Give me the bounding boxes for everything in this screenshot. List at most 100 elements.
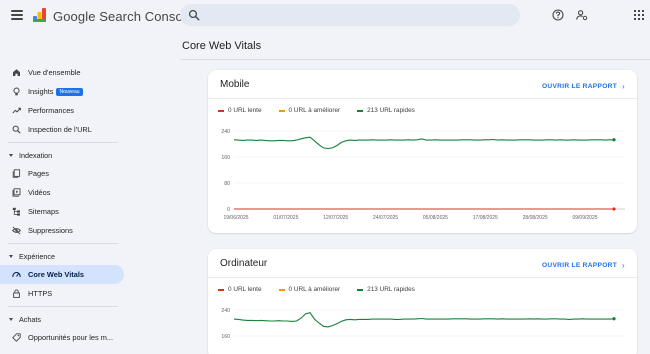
sidebar-item-removals[interactable]: Suppressions xyxy=(0,221,124,240)
sidebar-item-shopping-opportunities[interactable]: Opportunités pour les m... xyxy=(0,328,124,347)
legend-item-slow[interactable]: 0 URL lente xyxy=(218,286,262,293)
video-icon xyxy=(12,188,21,197)
sidebar-item-label: Inspection de l'URL xyxy=(28,125,92,134)
y-tick-label: 80 xyxy=(224,181,230,187)
legend-swatch xyxy=(357,109,364,112)
user-settings-icon[interactable] xyxy=(576,9,588,21)
tag-icon xyxy=(12,333,21,342)
pages-icon xyxy=(12,169,21,178)
desktop-report-card: Ordinateur OUVRIR LE RAPPORT › 0 URL len… xyxy=(208,249,637,354)
series-end-point[interactable] xyxy=(612,317,616,321)
app-name: Google Search Console xyxy=(53,9,194,24)
help-icon[interactable] xyxy=(552,9,564,21)
card-title: Ordinateur xyxy=(220,258,268,269)
sidebar-divider xyxy=(8,306,118,307)
legend-item-fast[interactable]: 213 URL rapides xyxy=(357,107,415,114)
sidebar-divider xyxy=(8,142,118,143)
search-icon xyxy=(188,9,200,21)
series-line xyxy=(233,311,615,328)
visibility-off-icon xyxy=(12,226,21,235)
chart-legend: 0 URL lente 0 URL à améliorer 213 URL ra… xyxy=(218,286,432,293)
sidebar-item-performance[interactable]: Performances xyxy=(0,101,124,120)
search-input[interactable] xyxy=(180,4,520,26)
section-shopping[interactable]: Achats xyxy=(0,312,124,326)
card-divider xyxy=(208,277,637,278)
y-tick-label: 0 xyxy=(227,207,230,213)
legend-item-slow[interactable]: 0 URL lente xyxy=(218,107,262,114)
chevron-down-icon xyxy=(9,317,13,321)
section-experience[interactable]: Expérience xyxy=(0,249,124,263)
legend-label: 0 URL lente xyxy=(228,107,262,114)
section-label: Achats xyxy=(19,314,41,324)
new-badge: Nouveau xyxy=(56,87,83,96)
y-tick-label: 160 xyxy=(221,334,230,340)
sidebar-item-https[interactable]: HTTPS xyxy=(0,284,124,303)
sidebar-item-label: HTTPS xyxy=(28,289,53,298)
sidebar-item-url-inspection[interactable]: Inspection de l'URL xyxy=(0,120,124,139)
section-indexation[interactable]: Indexation xyxy=(0,148,124,162)
mobile-chart: 240 160 80 0 19/06/2025 01/07/2025 12/07/2025 2… xyxy=(221,129,625,221)
legend-swatch xyxy=(278,109,285,112)
legend-item-needs-improvement[interactable]: 0 URL à améliorer xyxy=(278,286,341,293)
legend-swatch xyxy=(278,288,285,291)
sidebar-item-label: Vidéos xyxy=(28,188,51,197)
property-selector[interactable] xyxy=(5,40,123,58)
sidebar-item-core-web-vitals[interactable]: Core Web Vitals xyxy=(0,265,124,284)
lightbulb-icon xyxy=(12,87,21,96)
legend-item-needs-improvement[interactable]: 0 URL à améliorer xyxy=(278,107,340,114)
apps-grid-icon[interactable] xyxy=(633,9,645,21)
series-end-point[interactable] xyxy=(612,138,616,142)
sitemap-icon xyxy=(12,207,21,216)
speed-icon xyxy=(12,270,21,279)
chevron-right-icon: › xyxy=(622,261,625,270)
x-tick-label: 12/07/2025 xyxy=(323,215,348,221)
series-end-point[interactable] xyxy=(612,207,616,211)
title-divider xyxy=(180,59,650,60)
legend-label: 0 URL à améliorer xyxy=(288,286,341,293)
menu-icon[interactable] xyxy=(11,10,23,20)
card-divider xyxy=(208,98,637,99)
top-bar: Google Search Console xyxy=(0,0,650,32)
section-label: Indexation xyxy=(19,150,53,160)
card-title: Mobile xyxy=(220,79,250,90)
sidebar-item-pages[interactable]: Pages xyxy=(0,164,124,183)
x-tick-label: 01/07/2025 xyxy=(273,215,298,221)
desktop-chart: 240 160 xyxy=(221,308,625,340)
page-title: Core Web Vitals xyxy=(182,40,262,52)
search-console-logo-icon xyxy=(33,8,46,22)
legend-swatch xyxy=(218,288,224,291)
sidebar-item-sitemaps[interactable]: Sitemaps xyxy=(0,202,124,221)
y-tick-label: 240 xyxy=(221,129,230,135)
sidebar-item-insights[interactable]: Insights Nouveau xyxy=(0,82,124,101)
open-report-label: OUVRIR LE RAPPORT xyxy=(541,83,618,90)
chevron-down-icon xyxy=(9,254,13,258)
sidebar-item-label: Performances xyxy=(28,106,75,115)
sidebar-divider xyxy=(8,243,118,244)
open-report-button[interactable]: OUVRIR LE RAPPORT › xyxy=(542,261,625,270)
sidebar-item-label: Sitemaps xyxy=(28,207,59,216)
chart-legend: 0 URL lente 0 URL à améliorer 213 URL ra… xyxy=(218,107,432,114)
x-tick-label: 28/08/2025 xyxy=(523,215,548,221)
sidebar-item-videos[interactable]: Vidéos xyxy=(0,183,124,202)
legend-label: 0 URL lente xyxy=(228,286,262,293)
y-tick-label: 240 xyxy=(221,308,230,314)
sidebar-item-label: Pages xyxy=(28,169,49,178)
sidebar-item-label: Vue d'ensemble xyxy=(28,68,81,77)
x-tick-label: 09/09/2025 xyxy=(572,215,597,221)
legend-label: 213 URL rapides xyxy=(367,107,415,114)
lock-icon xyxy=(12,289,21,298)
home-icon xyxy=(12,68,21,77)
section-label: Expérience xyxy=(19,251,55,261)
x-tick-label: 19/06/2025 xyxy=(223,215,248,221)
sidebar-item-label: Core Web Vitals xyxy=(28,270,84,279)
sidebar-item-overview[interactable]: Vue d'ensemble xyxy=(0,63,124,82)
sidebar-item-label: Opportunités pour les m... xyxy=(28,333,114,342)
open-report-button[interactable]: OUVRIR LE RAPPORT › xyxy=(542,82,625,91)
x-tick-label: 17/08/2025 xyxy=(473,215,498,221)
legend-swatch xyxy=(218,109,224,112)
chevron-down-icon xyxy=(9,153,13,157)
sidebar-item-label: Insights xyxy=(28,87,54,96)
series-line xyxy=(233,136,614,150)
legend-item-fast[interactable]: 213 URL rapides xyxy=(357,286,415,293)
y-tick-label: 160 xyxy=(221,155,230,161)
